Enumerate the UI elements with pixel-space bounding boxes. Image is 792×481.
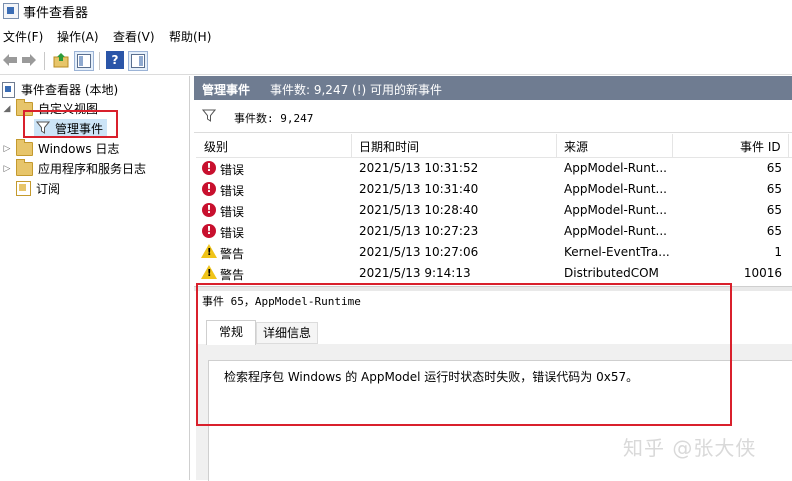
title-bar: 事件查看器 <box>0 0 792 24</box>
table-row[interactable]: ! 错误 2021/5/13 10:31:52 AppModel-Runt...… <box>196 158 792 179</box>
column-divider[interactable] <box>672 134 673 157</box>
tree-item-subscriptions[interactable]: 订阅 <box>16 179 60 198</box>
back-arrow-icon[interactable] <box>1 51 19 69</box>
cell-datetime: 2021/5/13 10:31:40 <box>359 182 479 196</box>
filter-bar: 事件数: 9,247 <box>194 101 792 133</box>
cell-datetime: 2021/5/13 10:28:40 <box>359 203 479 217</box>
warning-icon <box>201 244 217 258</box>
menu-help[interactable]: 帮助(H) <box>169 28 211 45</box>
table-row[interactable]: ! 错误 2021/5/13 10:27:23 AppModel-Runt...… <box>196 221 792 242</box>
cell-source: AppModel-Runt... <box>564 161 667 175</box>
show-tree-icon[interactable] <box>74 51 94 71</box>
cell-level: 警告 <box>220 247 245 261</box>
cell-event-id: 10016 <box>743 266 782 280</box>
tree-item-root[interactable]: 事件查看器 (本地) <box>2 80 118 99</box>
cell-level: 错误 <box>220 205 245 219</box>
column-header: 级别 日期和时间 来源 事件 ID <box>196 134 792 158</box>
menu-action[interactable]: 操作(A) <box>57 28 99 45</box>
tree-label-app-service-logs: 应用程序和服务日志 <box>38 162 147 176</box>
cell-event-id: 65 <box>766 182 782 196</box>
subscription-icon <box>16 181 31 196</box>
cell-level: 错误 <box>220 163 245 177</box>
error-icon: ! <box>202 182 216 196</box>
menu-bar: 文件(F) 操作(A) 查看(V) 帮助(H) <box>0 25 792 47</box>
column-divider[interactable] <box>351 134 352 157</box>
error-icon: ! <box>202 224 216 238</box>
tree-label-windows-logs: Windows 日志 <box>38 142 120 156</box>
folder-icon <box>16 158 33 176</box>
error-icon: ! <box>202 203 216 217</box>
cell-source: Kernel-EventTra... <box>564 245 670 259</box>
cell-event-id: 65 <box>766 224 782 238</box>
warning-icon <box>201 265 217 279</box>
cell-source: DistributedCOM <box>564 266 659 280</box>
pane-header: 管理事件 事件数: 9,247 (!) 可用的新事件 <box>194 76 792 100</box>
toolbar-separator <box>99 52 100 70</box>
chevron-down-icon[interactable]: ◢ <box>2 104 12 114</box>
column-source[interactable]: 来源 <box>564 138 588 155</box>
column-event-id[interactable]: 事件 ID <box>740 138 781 155</box>
tree-label-subscriptions: 订阅 <box>36 182 61 196</box>
log-icon <box>2 81 15 98</box>
cell-source: AppModel-Runt... <box>564 182 667 196</box>
table-row[interactable]: 警告 2021/5/13 10:27:06 Kernel-EventTra...… <box>196 242 792 263</box>
column-divider[interactable] <box>556 134 557 157</box>
action-pane-icon[interactable] <box>128 51 148 71</box>
watermark: 知乎 @张大侠 <box>623 436 757 460</box>
tree-item-app-service-logs[interactable]: ▷ 应用程序和服务日志 <box>2 158 147 178</box>
help-icon[interactable]: ? <box>106 51 124 69</box>
toolbar: ? <box>0 48 792 75</box>
menu-file[interactable]: 文件(F) <box>3 28 43 45</box>
forward-arrow-icon[interactable] <box>20 51 38 69</box>
tree-item-windows-logs[interactable]: ▷ Windows 日志 <box>2 138 120 158</box>
toolbar-separator <box>44 52 45 70</box>
event-summary: 事件数: 9,247 (!) 可用的新事件 <box>270 83 443 97</box>
cell-event-id: 65 <box>766 161 782 175</box>
cell-level: 错误 <box>220 184 245 198</box>
cell-datetime: 2021/5/13 9:14:13 <box>359 266 471 280</box>
error-icon: ! <box>202 161 216 175</box>
chevron-right-icon[interactable]: ▷ <box>2 164 12 174</box>
cell-level: 警告 <box>220 268 245 282</box>
table-row[interactable]: ! 错误 2021/5/13 10:31:40 AppModel-Runt...… <box>196 179 792 200</box>
window-title: 事件查看器 <box>23 6 89 21</box>
pane-title: 管理事件 <box>202 83 251 97</box>
cell-event-id: 65 <box>766 203 782 217</box>
cell-datetime: 2021/5/13 10:27:23 <box>359 224 479 238</box>
cell-datetime: 2021/5/13 10:27:06 <box>359 245 479 259</box>
folder-icon <box>16 138 33 156</box>
cell-datetime: 2021/5/13 10:31:52 <box>359 161 479 175</box>
highlight-box-detail <box>196 283 732 426</box>
table-row[interactable]: 警告 2021/5/13 9:14:13 DistributedCOM 1001… <box>196 263 792 284</box>
highlight-box-admin-events <box>23 110 118 138</box>
chevron-right-icon[interactable]: ▷ <box>2 144 12 154</box>
column-datetime[interactable]: 日期和时间 <box>359 138 419 155</box>
folder-up-icon[interactable] <box>52 51 70 69</box>
tree-label-root: 事件查看器 (本地) <box>21 83 119 97</box>
cell-event-id: 1 <box>774 245 782 259</box>
column-level[interactable]: 级别 <box>204 138 228 155</box>
app-icon <box>3 3 19 19</box>
table-row[interactable]: ! 错误 2021/5/13 10:28:40 AppModel-Runt...… <box>196 200 792 221</box>
cell-level: 错误 <box>220 226 245 240</box>
menu-view[interactable]: 查看(V) <box>113 28 155 45</box>
filter-icon <box>201 109 217 125</box>
filter-count: 事件数: 9,247 <box>234 112 314 125</box>
column-divider[interactable] <box>788 134 789 157</box>
cell-source: AppModel-Runt... <box>564 203 667 217</box>
cell-source: AppModel-Runt... <box>564 224 667 238</box>
